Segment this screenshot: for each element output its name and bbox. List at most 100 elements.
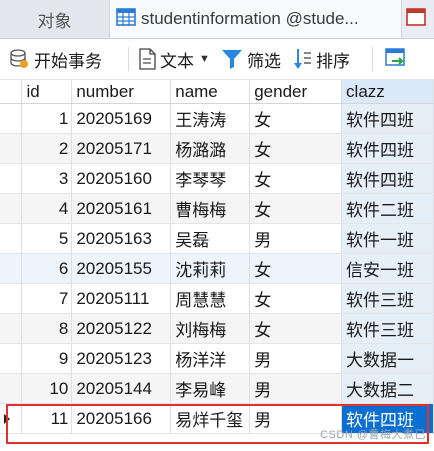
table-row[interactable]: 9 20205123 杨洋洋男大数据一: [0, 343, 434, 374]
cell-name[interactable]: 易烊千玺: [170, 403, 251, 434]
table-row[interactable]: 10 20205144 李易峰男大数据二: [0, 373, 434, 404]
column-header-name[interactable]: name: [170, 80, 251, 104]
toolbar-divider: [372, 47, 373, 71]
cell-name[interactable]: 刘梅梅: [170, 313, 251, 344]
cell-gender[interactable]: 女: [249, 193, 343, 224]
cell-gender[interactable]: 男: [249, 343, 343, 374]
cell-gender[interactable]: 女: [249, 253, 343, 284]
table-row[interactable]: 7 20205111 周慧慧女软件三班: [0, 283, 434, 314]
cell-clazz[interactable]: 大数据一: [341, 343, 434, 374]
cell-name[interactable]: 杨洋洋: [170, 343, 251, 374]
cell-gender[interactable]: 男: [249, 373, 343, 404]
cell-id[interactable]: 1: [21, 103, 73, 134]
cell-clazz[interactable]: 软件一班: [341, 223, 434, 254]
row-indicator[interactable]: [0, 103, 23, 134]
toolbar-divider: [128, 47, 129, 71]
cell-id[interactable]: 6: [21, 253, 73, 284]
cell-number[interactable]: 20205166: [71, 403, 172, 434]
cell-id[interactable]: 8: [21, 313, 73, 344]
cell-number[interactable]: 20205163: [71, 223, 172, 254]
cell-clazz[interactable]: 软件四班: [341, 133, 434, 164]
row-indicator[interactable]: [0, 253, 23, 284]
cell-id[interactable]: 2: [21, 133, 73, 164]
database-transaction-icon: [10, 49, 28, 68]
row-indicator[interactable]: [0, 373, 23, 404]
cell-name[interactable]: 曹梅梅: [170, 193, 251, 224]
sort-button[interactable]: 排序: [294, 39, 350, 79]
table-row[interactable]: 1 20205169 王涛涛女软件四班: [0, 103, 434, 134]
cell-gender[interactable]: 男: [249, 223, 343, 254]
cell-name[interactable]: 周慧慧: [170, 283, 251, 314]
table-row[interactable]: 2 20205171 杨潞潞女软件四班: [0, 133, 434, 164]
cell-number[interactable]: 20205123: [71, 343, 172, 374]
cell-gender[interactable]: 女: [249, 283, 343, 314]
cell-name[interactable]: 沈莉莉: [170, 253, 251, 284]
row-indicator[interactable]: [0, 223, 23, 254]
row-indicator[interactable]: [0, 163, 23, 194]
cell-name[interactable]: 王涛涛: [170, 103, 251, 134]
cell-clazz[interactable]: 软件四班: [341, 103, 434, 134]
row-indicator[interactable]: [0, 133, 23, 164]
row-indicator[interactable]: [0, 403, 23, 434]
cell-id[interactable]: 10: [21, 373, 73, 404]
row-indicator-header: [0, 80, 23, 104]
row-indicator[interactable]: [0, 313, 23, 344]
column-header-id[interactable]: id: [21, 80, 73, 104]
cell-gender[interactable]: 女: [249, 163, 343, 194]
cell-number[interactable]: 20205161: [71, 193, 172, 224]
tab-bar: 对象 studentinformation @stude...: [0, 0, 434, 39]
cell-number[interactable]: 20205169: [71, 103, 172, 134]
table-row[interactable]: 5 20205163 吴磊男软件一班: [0, 223, 434, 254]
cell-clazz[interactable]: 软件二班: [341, 193, 434, 224]
column-header-gender[interactable]: gender: [249, 80, 343, 104]
tab-objects[interactable]: 对象: [0, 0, 110, 38]
cell-gender[interactable]: 女: [249, 133, 343, 164]
cell-id[interactable]: 9: [21, 343, 73, 374]
cell-name[interactable]: 李琴琴: [170, 163, 251, 194]
current-row-pointer-icon: [4, 413, 10, 424]
text-view-button[interactable]: 文本 ▼: [138, 39, 210, 79]
watermark: CSDN @曹梅大煮已: [320, 429, 426, 441]
sort-label: 排序: [316, 51, 350, 71]
cell-id[interactable]: 7: [21, 283, 73, 314]
cell-number[interactable]: 20205160: [71, 163, 172, 194]
filter-button[interactable]: 筛选: [221, 39, 281, 79]
begin-transaction-label: 开始事务: [34, 51, 102, 71]
cell-number[interactable]: 20205144: [71, 373, 172, 404]
table-row[interactable]: 6 20205155 沈莉莉女信安一班: [0, 253, 434, 284]
student-table: id number name gender clazz 1 20205169 王涛涛…: [0, 80, 434, 434]
filter-label: 筛选: [247, 51, 281, 71]
cell-clazz[interactable]: 大数据二: [341, 373, 434, 404]
cell-id[interactable]: 11: [21, 403, 73, 434]
tab-studentinformation[interactable]: studentinformation @stude...: [110, 0, 402, 38]
cell-clazz[interactable]: 软件三班: [341, 313, 434, 344]
column-header-number[interactable]: number: [71, 80, 172, 104]
cell-number[interactable]: 20205171: [71, 133, 172, 164]
table-row[interactable]: 3 20205160 李琴琴女软件四班: [0, 163, 434, 194]
row-indicator[interactable]: [0, 283, 23, 314]
tab-next-partial[interactable]: [404, 0, 434, 38]
table-row[interactable]: 4 20205161 曹梅梅女软件二班: [0, 193, 434, 224]
cell-clazz[interactable]: 软件四班: [341, 163, 434, 194]
cell-name[interactable]: 杨潞潞: [170, 133, 251, 164]
row-indicator[interactable]: [0, 343, 23, 374]
import-button[interactable]: [384, 39, 412, 79]
cell-clazz[interactable]: 软件三班: [341, 283, 434, 314]
cell-id[interactable]: 3: [21, 163, 73, 194]
cell-name[interactable]: 吴磊: [170, 223, 251, 254]
table-row[interactable]: 8 20205122 刘梅梅女软件三班: [0, 313, 434, 344]
cell-gender[interactable]: 女: [249, 313, 343, 344]
begin-transaction-button[interactable]: 开始事务: [8, 39, 102, 79]
cell-id[interactable]: 4: [21, 193, 73, 224]
cell-clazz[interactable]: 信安一班: [341, 253, 434, 284]
cell-number[interactable]: 20205111: [71, 283, 172, 314]
document-icon: [139, 48, 156, 70]
cell-id[interactable]: 5: [21, 223, 73, 254]
cell-gender[interactable]: 女: [249, 103, 343, 134]
cell-number[interactable]: 20205155: [71, 253, 172, 284]
cell-number[interactable]: 20205122: [71, 313, 172, 344]
tab-objects-label: 对象: [37, 11, 72, 31]
row-indicator[interactable]: [0, 193, 23, 224]
cell-name[interactable]: 李易峰: [170, 373, 251, 404]
column-header-clazz[interactable]: clazz: [341, 80, 434, 104]
